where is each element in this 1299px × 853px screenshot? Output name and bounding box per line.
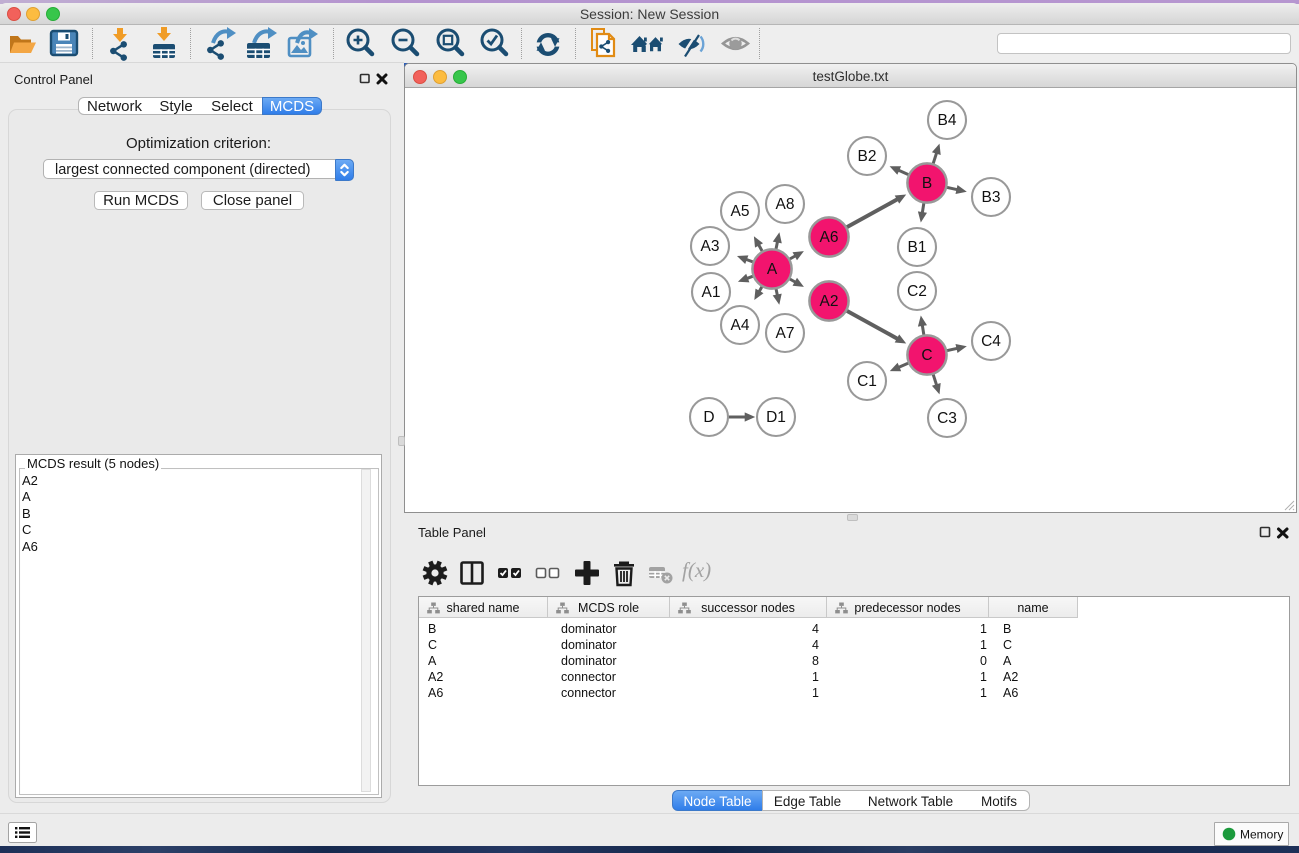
svg-text:C: C — [921, 347, 932, 364]
svg-text:Memory: Memory — [1240, 828, 1283, 842]
svg-text:B4: B4 — [938, 112, 957, 129]
svg-text:A: A — [767, 261, 778, 278]
svg-text:D1: D1 — [766, 409, 786, 426]
svg-text:D: D — [703, 409, 714, 426]
svg-text:B: B — [922, 175, 932, 192]
svg-text:C3: C3 — [937, 410, 957, 427]
svg-text:A3: A3 — [701, 238, 720, 255]
svg-text:A7: A7 — [776, 325, 795, 342]
svg-text:B3: B3 — [982, 189, 1001, 206]
svg-text:A8: A8 — [776, 196, 795, 213]
svg-text:A5: A5 — [731, 203, 750, 220]
svg-text:A6: A6 — [820, 229, 839, 246]
svg-text:C2: C2 — [907, 283, 927, 300]
svg-text:B1: B1 — [908, 239, 927, 256]
svg-text:A1: A1 — [702, 284, 721, 301]
svg-text:A4: A4 — [731, 317, 750, 334]
svg-text:A2: A2 — [820, 293, 839, 310]
svg-text:C1: C1 — [857, 373, 877, 390]
svg-text:B2: B2 — [858, 148, 877, 165]
svg-text:C4: C4 — [981, 333, 1001, 350]
